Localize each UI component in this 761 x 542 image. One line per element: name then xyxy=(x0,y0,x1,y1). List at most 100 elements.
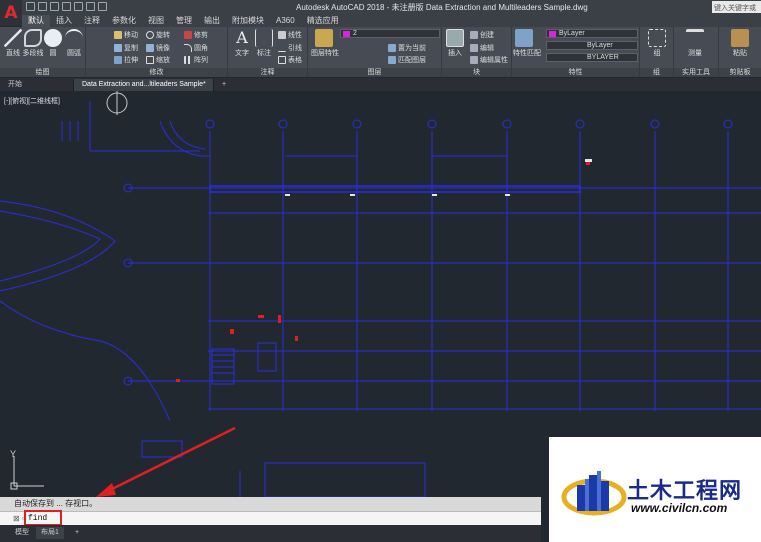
file-tab-drawing[interactable]: Data Extraction and...ltileaders Sample* xyxy=(74,79,214,91)
circle-icon xyxy=(44,29,62,47)
command-prompt-icon: ⊠ ▫ xyxy=(13,514,25,523)
edit-block-button[interactable]: 编辑 xyxy=(470,43,494,53)
table-label: 表格 xyxy=(288,57,302,64)
tab-manage[interactable]: 管理 xyxy=(170,15,198,27)
group-label: 组 xyxy=(653,50,661,57)
layer-properties-button[interactable]: 图层特性 xyxy=(311,29,339,58)
tab-annotate[interactable]: 注释 xyxy=(78,15,106,27)
line-button[interactable]: 直线 xyxy=(2,29,24,58)
saveas-icon[interactable] xyxy=(62,2,71,11)
group-icon xyxy=(648,29,666,47)
red-marker xyxy=(295,336,298,341)
copy-button[interactable]: 复制 xyxy=(114,43,138,53)
red-marker xyxy=(278,315,281,323)
tab-addins[interactable]: 附加模块 xyxy=(226,15,270,27)
tab-home[interactable]: 默认 xyxy=(22,15,50,27)
grid-bubble xyxy=(502,119,512,129)
red-marker xyxy=(230,329,234,334)
array-button[interactable]: 阵列 xyxy=(184,55,208,65)
polyline-button[interactable]: 多段线 xyxy=(22,29,44,58)
array-icon xyxy=(184,56,192,64)
fillet-icon xyxy=(184,44,192,52)
layers-panel-title: 图层 xyxy=(308,68,441,77)
layer-dropdown[interactable]: 2 xyxy=(340,29,440,38)
grip-marker xyxy=(432,194,437,196)
scale-button[interactable]: 缩放 xyxy=(146,55,170,65)
layer-properties-label: 图层特性 xyxy=(311,50,339,57)
open-icon[interactable] xyxy=(38,2,47,11)
grid-bubble xyxy=(723,119,733,129)
modify-panel-title: 修改 xyxy=(86,68,227,77)
groups-panel-title: 组 xyxy=(640,68,673,77)
grid-bubble xyxy=(575,119,585,129)
scale-icon xyxy=(146,56,154,64)
table-button[interactable]: 表格 xyxy=(278,55,302,65)
match-properties-icon xyxy=(515,29,533,47)
text-label: 文字 xyxy=(235,50,249,57)
circle-button[interactable]: 圆 xyxy=(42,29,64,58)
set-current-button[interactable]: 置为当前 xyxy=(388,43,426,53)
dimension-button[interactable]: 标注 xyxy=(253,29,275,58)
edit-attributes-button[interactable]: 编辑属性 xyxy=(470,55,508,65)
file-tab-start[interactable]: 开始 xyxy=(0,79,74,91)
utilities-panel-title: 实用工具 xyxy=(674,68,718,77)
leader-button[interactable]: 引线 xyxy=(278,43,302,53)
leader-icon xyxy=(278,44,286,52)
redo-icon[interactable] xyxy=(98,2,107,11)
fillet-button[interactable]: 圆角 xyxy=(184,43,208,53)
paste-button[interactable]: 粘贴 xyxy=(729,29,751,58)
text-button[interactable]: A 文字 xyxy=(231,29,253,58)
beam xyxy=(209,185,581,193)
measure-icon xyxy=(686,29,704,47)
stretch-icon xyxy=(114,56,122,64)
add-layout-icon[interactable]: + xyxy=(70,527,84,539)
print-icon[interactable] xyxy=(74,2,83,11)
edit-block-icon xyxy=(470,44,478,52)
linear-button[interactable]: 线性 xyxy=(278,30,302,40)
trim-button[interactable]: 修剪 xyxy=(184,30,208,40)
tab-insert[interactable]: 插入 xyxy=(50,15,78,27)
trim-icon xyxy=(184,31,192,39)
group-button[interactable]: 组 xyxy=(646,29,668,58)
match-properties-button[interactable]: 特性匹配 xyxy=(513,29,541,58)
match-layer-button[interactable]: 匹配图层 xyxy=(388,55,426,65)
lineweight-dropdown[interactable]: BYLAYER xyxy=(546,53,638,62)
measure-button[interactable]: 测量 xyxy=(684,29,706,58)
tab-model[interactable]: 模型 xyxy=(10,527,34,539)
search-input[interactable]: 键入关键字或 xyxy=(712,1,761,13)
title-bar: Autodesk AutoCAD 2018 - 未注册版 Data Extrac… xyxy=(0,0,761,15)
grid-bubble xyxy=(205,119,215,129)
save-icon[interactable] xyxy=(50,2,59,11)
watermark-url: www.civilcn.com xyxy=(631,501,728,515)
tab-featured[interactable]: 精选应用 xyxy=(301,15,345,27)
tab-view[interactable]: 视图 xyxy=(142,15,170,27)
insert-button[interactable]: 插入 xyxy=(444,29,466,58)
arc-button[interactable]: 圆弧 xyxy=(63,29,85,58)
grip-marker xyxy=(285,194,290,196)
block-panel: 插入 创建 编辑 编辑属性 块 xyxy=(442,27,512,77)
tab-layout1[interactable]: 布局1 xyxy=(36,527,64,539)
tab-output[interactable]: 输出 xyxy=(198,15,226,27)
move-button[interactable]: 移动 xyxy=(114,30,138,40)
stretch-button[interactable]: 拉伸 xyxy=(114,55,138,65)
mirror-button[interactable]: 镜像 xyxy=(146,43,170,53)
color-dropdown[interactable]: ByLayer xyxy=(546,29,638,38)
layer-color-swatch xyxy=(343,31,350,37)
rotate-button[interactable]: 旋转 xyxy=(146,30,170,40)
create-block-button[interactable]: 创建 xyxy=(470,30,494,40)
app-menu-button[interactable]: A xyxy=(0,0,22,26)
utilities-panel: 测量 实用工具 xyxy=(674,27,719,77)
tab-parametric[interactable]: 参数化 xyxy=(106,15,142,27)
tab-a360[interactable]: A360 xyxy=(270,15,301,27)
undo-icon[interactable] xyxy=(86,2,95,11)
ribbon: 直线 多段线 圆 圆弧 绘图 移动 旋转 修剪 复制 镜像 圆角 拉伸 缩放 阵… xyxy=(0,27,761,77)
properties-panel: 特性匹配 ByLayer ByLayer BYLAYER 特性 xyxy=(512,27,640,77)
new-tab-icon[interactable]: + xyxy=(214,79,234,91)
new-icon[interactable] xyxy=(26,2,35,11)
linetype-dropdown[interactable]: ByLayer xyxy=(546,41,638,50)
draw-panel-title: 绘图 xyxy=(0,68,85,77)
annotation-arrowhead xyxy=(96,483,116,497)
layers-panel: 图层特性 2 置为当前 匹配图层 图层 xyxy=(308,27,442,77)
lineweight-value: BYLAYER xyxy=(587,54,619,61)
command-line[interactable]: ⊠ ▫ find xyxy=(0,510,541,526)
